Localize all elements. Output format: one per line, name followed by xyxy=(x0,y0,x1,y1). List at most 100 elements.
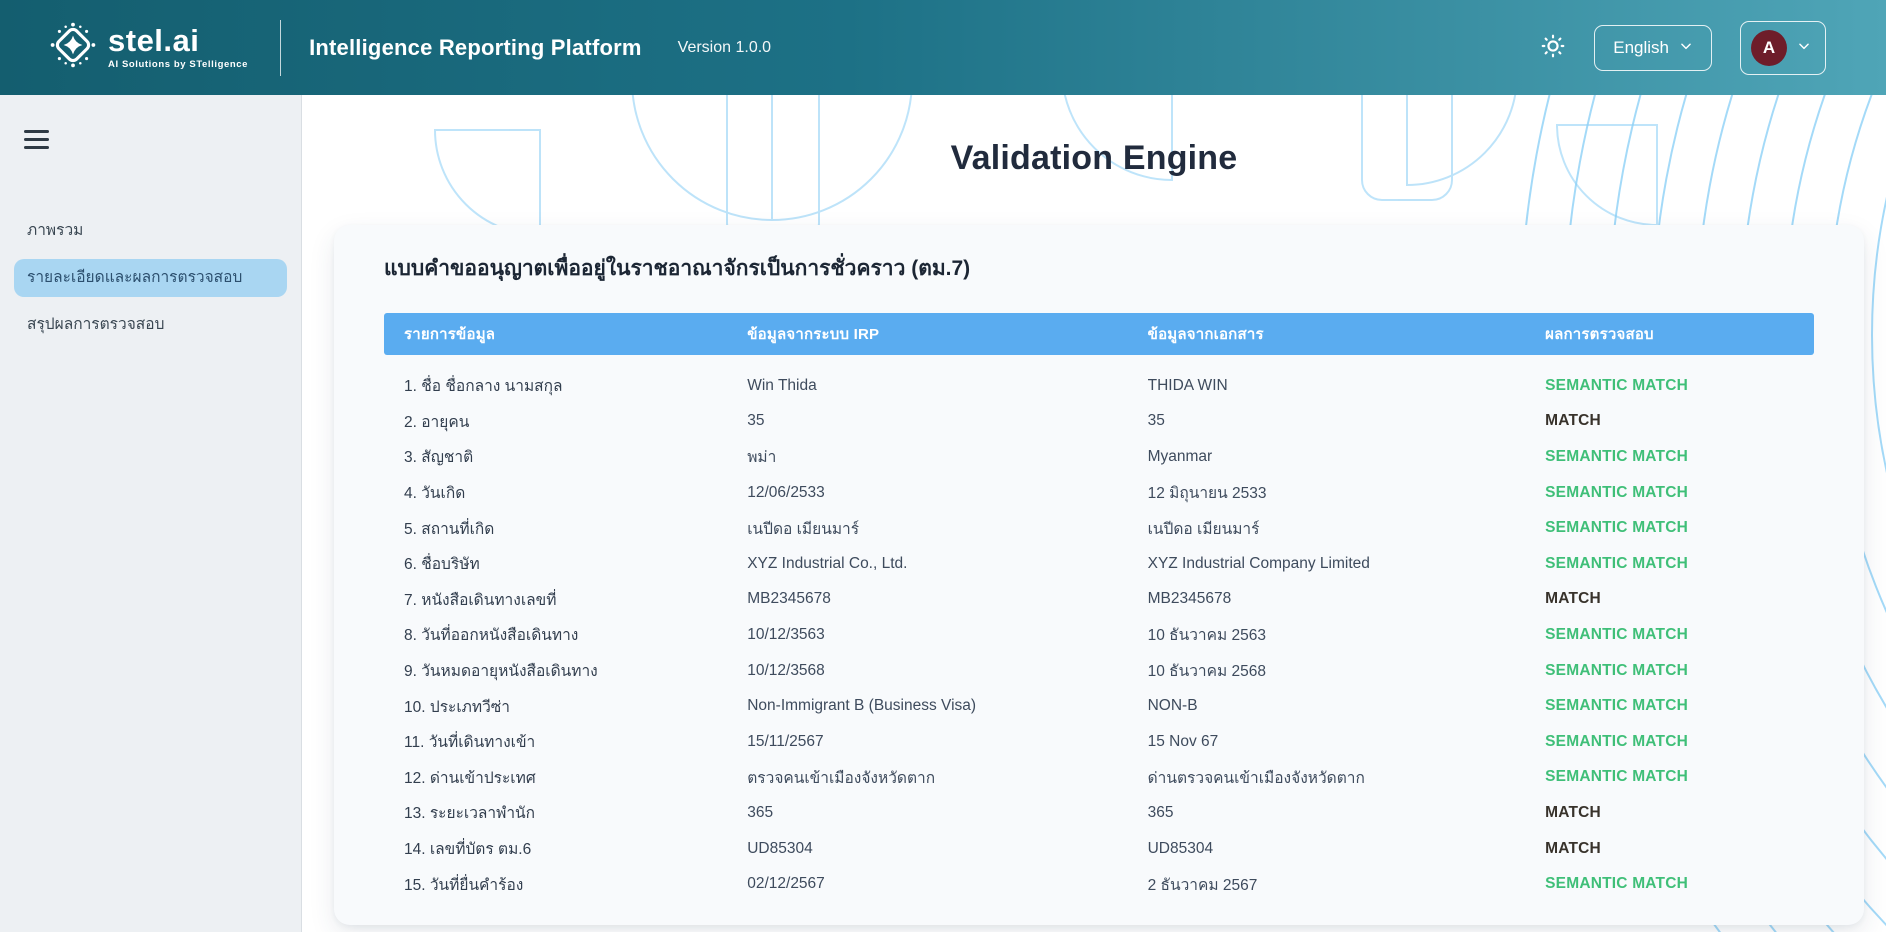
row-result-badge: MATCH xyxy=(1545,840,1814,858)
row-document-value: 10 ธันวาคม 2563 xyxy=(1148,622,1546,647)
app-header: stel.ai AI Solutions by STelligence Inte… xyxy=(0,0,1886,95)
column-header-document: ข้อมูลจากเอกสาร xyxy=(1148,322,1546,346)
sidebar-item-details-results[interactable]: รายละเอียดและผลการตรวจสอบ xyxy=(14,259,287,297)
table-row: 1. ชื่อ ชื่อกลาง นามสกุล Win Thida THIDA… xyxy=(384,368,1814,404)
hamburger-menu-icon[interactable] xyxy=(24,125,49,154)
row-item-label: 9. วันหมดอายุหนังสือเดินทาง xyxy=(384,658,747,683)
table-row: 9. วันหมดอายุหนังสือเดินทาง 10/12/3568 1… xyxy=(384,653,1814,689)
sidebar-item-overview[interactable]: ภาพรวม xyxy=(14,212,287,250)
table-row: 2. อายุคน 35 35 MATCH xyxy=(384,404,1814,440)
row-result-badge: MATCH xyxy=(1545,804,1814,822)
sidebar: ภาพรวม รายละเอียดและผลการตรวจสอบ สรุปผลก… xyxy=(0,95,302,932)
app-version: Version 1.0.0 xyxy=(678,39,771,57)
row-result-badge: SEMANTIC MATCH xyxy=(1545,697,1814,715)
main-content: Validation Engine แบบคำขออนุญาตเพื่ออยู่… xyxy=(302,95,1886,932)
column-header-item: รายการข้อมูล xyxy=(384,322,747,346)
row-item-label: 7. หนังสือเดินทางเลขที่ xyxy=(384,587,747,612)
validation-card: แบบคำขออนุญาตเพื่ออยู่ในราชอาณาจักรเป็นก… xyxy=(334,225,1864,925)
row-irp-value: Win Thida xyxy=(747,377,1147,395)
row-irp-value: 12/06/2533 xyxy=(747,484,1147,502)
page-title: Validation Engine xyxy=(302,139,1886,178)
row-document-value: 2 ธันวาคม 2567 xyxy=(1148,872,1546,897)
row-irp-value: MB2345678 xyxy=(747,590,1147,608)
theme-toggle-button[interactable] xyxy=(1540,33,1566,62)
row-result-badge: SEMANTIC MATCH xyxy=(1545,448,1814,466)
brand-name: stel.ai xyxy=(108,26,248,56)
row-document-value: 10 ธันวาคม 2568 xyxy=(1148,658,1546,683)
row-document-value: XYZ Industrial Company Limited xyxy=(1148,555,1546,573)
row-document-value: THIDA WIN xyxy=(1148,377,1546,395)
row-document-value: MB2345678 xyxy=(1148,590,1546,608)
row-irp-value: 10/12/3568 xyxy=(747,662,1147,680)
row-item-label: 10. ประเภทวีซ่า xyxy=(384,694,747,719)
row-irp-value: เนปีดอ เมียนมาร์ xyxy=(747,516,1147,541)
row-irp-value: ตรวจคนเข้าเมืองจังหวัดตาก xyxy=(747,765,1147,790)
table-row: 12. ด่านเข้าประเทศ ตรวจคนเข้าเมืองจังหวั… xyxy=(384,760,1814,796)
row-document-value: UD85304 xyxy=(1148,840,1546,858)
chevron-down-icon xyxy=(1679,38,1693,58)
row-irp-value: 15/11/2567 xyxy=(747,733,1147,751)
sidebar-item-summary[interactable]: สรุปผลการตรวจสอบ xyxy=(14,306,287,344)
row-document-value: เนปีดอ เมียนมาร์ xyxy=(1148,516,1546,541)
row-result-badge: SEMANTIC MATCH xyxy=(1545,626,1814,644)
row-item-label: 2. อายุคน xyxy=(384,409,747,434)
row-item-label: 6. ชื่อบริษัท xyxy=(384,551,747,576)
column-header-irp: ข้อมูลจากระบบ IRP xyxy=(747,322,1147,346)
table-row: 15. วันที่ยื่นคำร้อง 02/12/2567 2 ธันวาค… xyxy=(384,866,1814,902)
column-header-result: ผลการตรวจสอบ xyxy=(1545,322,1814,346)
row-result-badge: SEMANTIC MATCH xyxy=(1545,768,1814,786)
row-item-label: 15. วันที่ยื่นคำร้อง xyxy=(384,872,747,897)
row-item-label: 5. สถานที่เกิด xyxy=(384,516,747,541)
table-row: 4. วันเกิด 12/06/2533 12 มิถุนายน 2533 S… xyxy=(384,475,1814,511)
table-row: 5. สถานที่เกิด เนปีดอ เมียนมาร์ เนปีดอ เ… xyxy=(384,510,1814,546)
avatar: A xyxy=(1751,30,1787,66)
table-row: 13. ระยะเวลาพำนัก 365 365 MATCH xyxy=(384,795,1814,831)
row-irp-value: พม่า xyxy=(747,444,1147,469)
row-item-label: 14. เลขที่บัตร ตม.6 xyxy=(384,836,747,861)
row-document-value: 15 Nov 67 xyxy=(1148,733,1546,751)
row-document-value: NON-B xyxy=(1148,697,1546,715)
row-irp-value: 02/12/2567 xyxy=(747,875,1147,893)
row-document-value: ด่านตรวจคนเข้าเมืองจังหวัดตาก xyxy=(1148,765,1546,790)
table-header: รายการข้อมูล ข้อมูลจากระบบ IRP ข้อมูลจาก… xyxy=(384,313,1814,355)
row-result-badge: SEMANTIC MATCH xyxy=(1545,519,1814,537)
header-divider xyxy=(280,20,281,76)
row-item-label: 3. สัญชาติ xyxy=(384,444,747,469)
card-title: แบบคำขออนุญาตเพื่ออยู่ในราชอาณาจักรเป็นก… xyxy=(384,253,1814,285)
sun-icon xyxy=(1540,33,1566,62)
row-irp-value: Non-Immigrant B (Business Visa) xyxy=(747,697,1147,715)
stelai-diamond-icon xyxy=(50,22,96,73)
table-body: 1. ชื่อ ชื่อกลาง นามสกุล Win Thida THIDA… xyxy=(384,355,1814,902)
chevron-down-icon xyxy=(1797,38,1811,58)
row-document-value: 12 มิถุนายน 2533 xyxy=(1148,480,1546,505)
table-row: 10. ประเภทวีซ่า Non-Immigrant B (Busines… xyxy=(384,688,1814,724)
row-irp-value: UD85304 xyxy=(747,840,1147,858)
row-item-label: 13. ระยะเวลาพำนัก xyxy=(384,800,747,825)
table-row: 11. วันที่เดินทางเข้า 15/11/2567 15 Nov … xyxy=(384,724,1814,760)
language-value: English xyxy=(1613,38,1669,58)
row-document-value: 365 xyxy=(1148,804,1546,822)
row-result-badge: MATCH xyxy=(1545,412,1814,430)
row-document-value: Myanmar xyxy=(1148,448,1546,466)
user-menu-button[interactable]: A xyxy=(1740,21,1826,75)
row-result-badge: SEMANTIC MATCH xyxy=(1545,555,1814,573)
row-item-label: 4. วันเกิด xyxy=(384,480,747,505)
row-item-label: 8. วันที่ออกหนังสือเดินทาง xyxy=(384,622,747,647)
row-irp-value: XYZ Industrial Co., Ltd. xyxy=(747,555,1147,573)
row-item-label: 11. วันที่เดินทางเข้า xyxy=(384,729,747,754)
row-item-label: 1. ชื่อ ชื่อกลาง นามสกุล xyxy=(384,373,747,398)
row-result-badge: SEMANTIC MATCH xyxy=(1545,733,1814,751)
brand-logo: stel.ai AI Solutions by STelligence xyxy=(50,22,248,73)
row-result-badge: SEMANTIC MATCH xyxy=(1545,875,1814,893)
row-irp-value: 35 xyxy=(747,412,1147,430)
language-selector[interactable]: English xyxy=(1594,25,1712,71)
sidebar-nav: ภาพรวม รายละเอียดและผลการตรวจสอบ สรุปผลก… xyxy=(14,212,287,344)
row-irp-value: 365 xyxy=(747,804,1147,822)
table-row: 7. หนังสือเดินทางเลขที่ MB2345678 MB2345… xyxy=(384,582,1814,618)
brand-tagline: AI Solutions by STelligence xyxy=(108,59,248,70)
row-result-badge: SEMANTIC MATCH xyxy=(1545,662,1814,680)
table-row: 8. วันที่ออกหนังสือเดินทาง 10/12/3563 10… xyxy=(384,617,1814,653)
row-result-badge: SEMANTIC MATCH xyxy=(1545,377,1814,395)
app-title: Intelligence Reporting Platform xyxy=(309,35,642,61)
row-item-label: 12. ด่านเข้าประเทศ xyxy=(384,765,747,790)
